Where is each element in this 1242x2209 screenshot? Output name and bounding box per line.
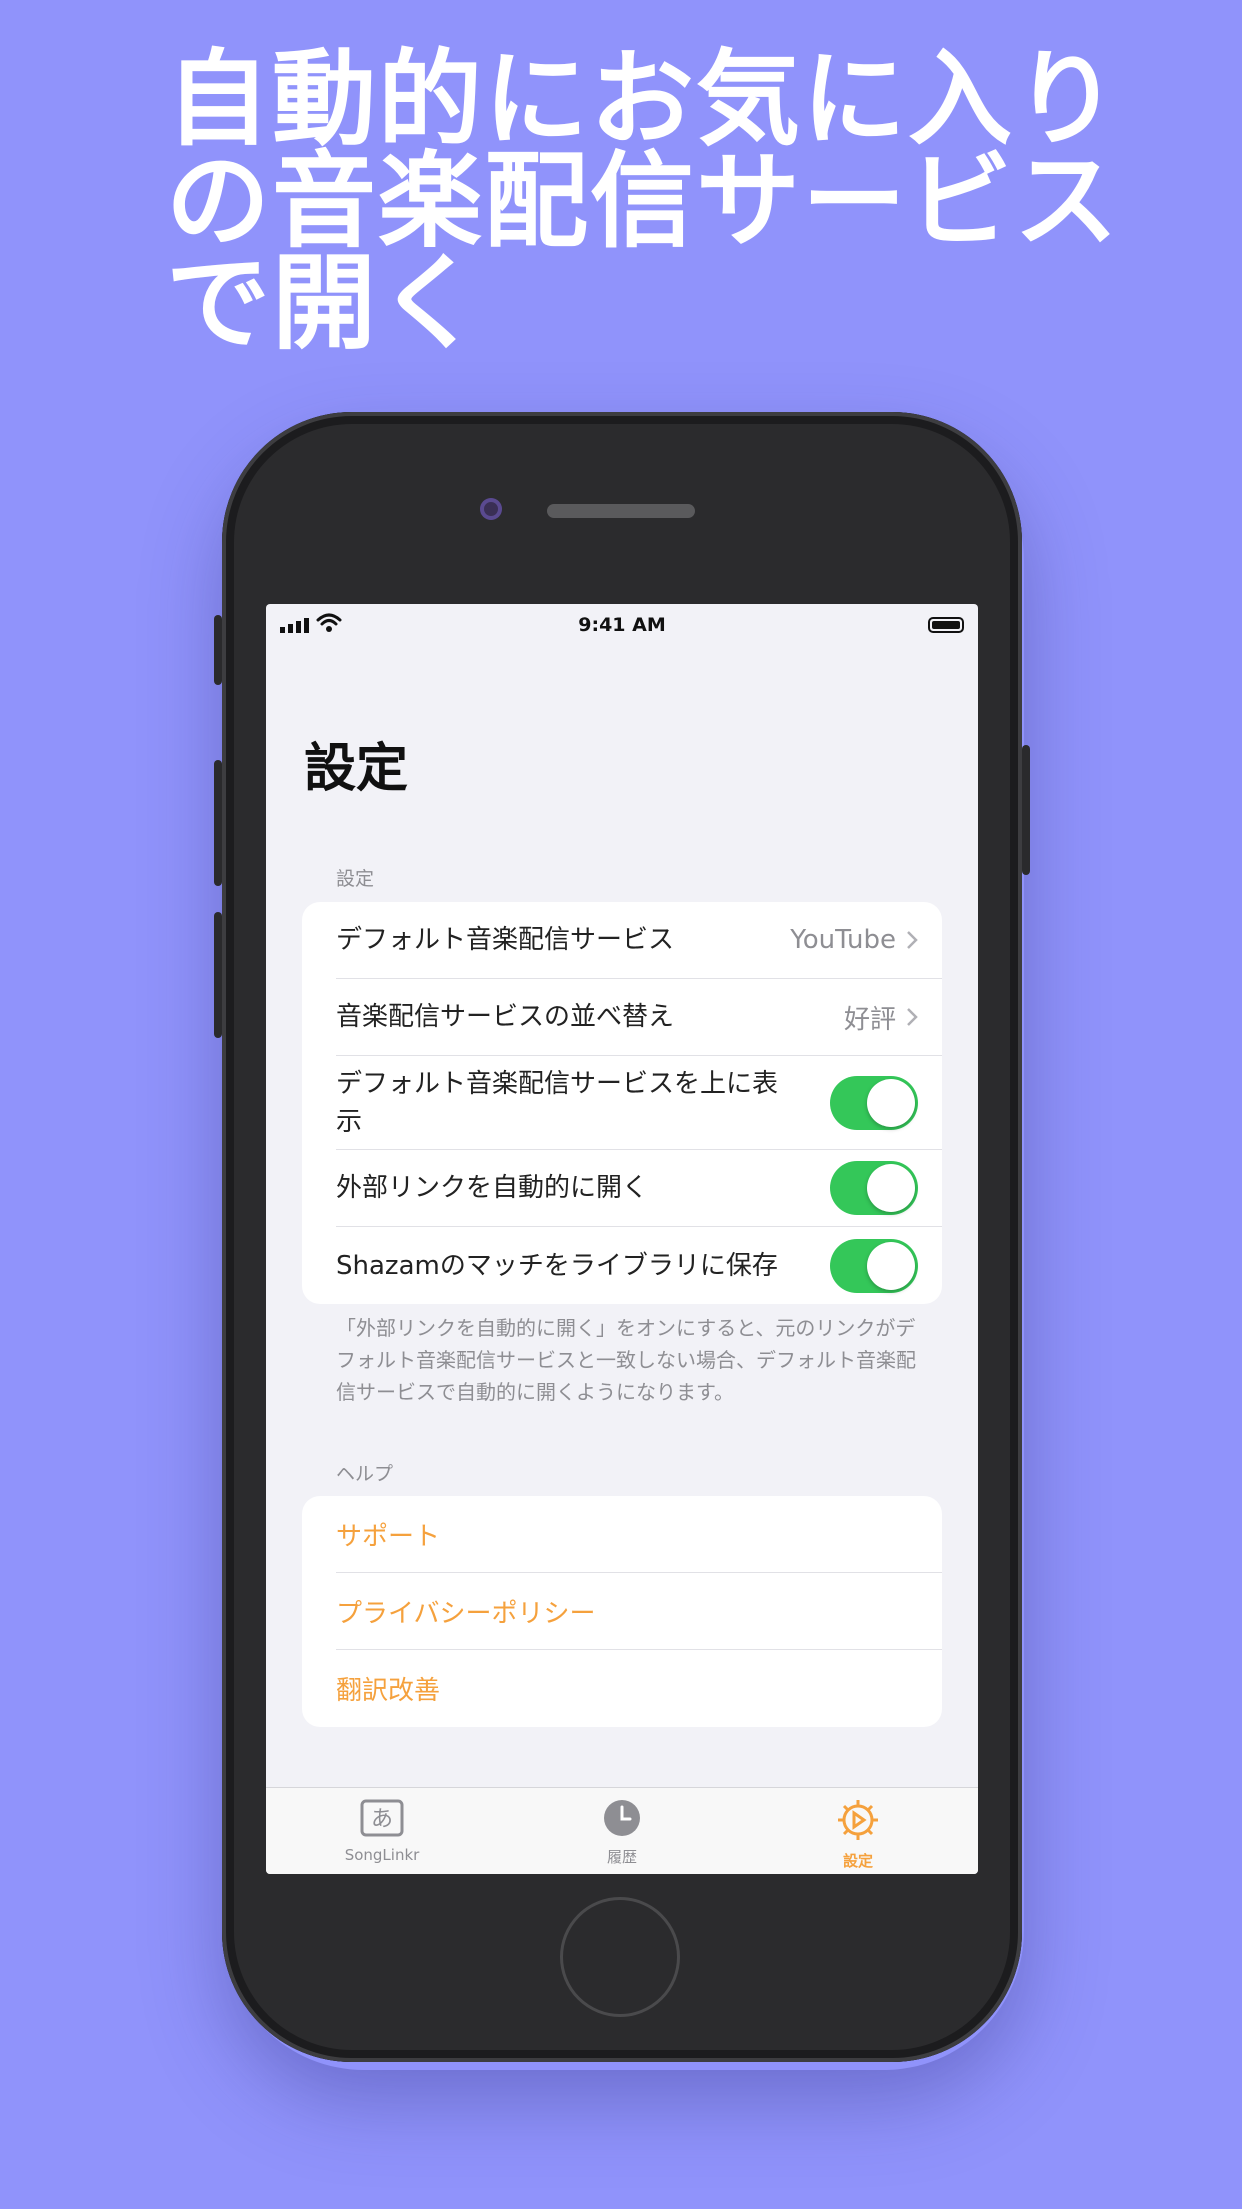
privacy-policy-link[interactable]: プライバシーポリシー bbox=[336, 1593, 918, 1630]
save-shazam-row: Shazamのマッチをライブラリに保存 bbox=[336, 1227, 942, 1304]
row-label: デフォルト音楽配信サービス bbox=[336, 925, 675, 955]
support-link[interactable]: サポート bbox=[336, 1516, 918, 1553]
help-group: サポート プライバシーポリシー 翻訳改善 bbox=[302, 1496, 942, 1727]
gear-icon bbox=[838, 1800, 878, 1840]
translation-improve-link[interactable]: 翻訳改善 bbox=[336, 1670, 918, 1707]
row-label: 音楽配信サービスの並べ替え bbox=[336, 1002, 675, 1032]
auto-open-links-row: 外部リンクを自動的に開く bbox=[336, 1150, 942, 1227]
translation-improve-link-row[interactable]: 翻訳改善 bbox=[336, 1650, 942, 1727]
tab-songlinkr[interactable]: あ SongLinkr bbox=[302, 1798, 462, 1864]
headline: 自動的にお気に入り の音楽配信サービス で開く bbox=[166, 38, 1121, 364]
tab-bar: あ SongLinkr 履歴 設定 bbox=[266, 1787, 978, 1874]
default-service-row[interactable]: デフォルト音楽配信サービス YouTube bbox=[336, 902, 942, 979]
row-value: YouTube bbox=[790, 925, 896, 955]
status-time: 9:41 AM bbox=[578, 614, 666, 636]
auto-open-links-toggle[interactable] bbox=[830, 1161, 918, 1215]
help-section-header: ヘルプ bbox=[336, 1463, 394, 1485]
row-label: Shazamのマッチをライブラリに保存 bbox=[336, 1250, 778, 1281]
tab-settings[interactable]: 設定 bbox=[778, 1798, 938, 1871]
clock-icon bbox=[604, 1800, 640, 1836]
settings-footer-note: 「外部リンクを自動的に開く」をオンにすると、元のリンクがデフォルト音楽配信サービ… bbox=[336, 1316, 916, 1404]
chevron-right-icon bbox=[907, 1008, 918, 1026]
tab-label: 設定 bbox=[842, 1852, 873, 1870]
mute-switch bbox=[214, 615, 222, 685]
keyboard-a-icon: あ bbox=[360, 1799, 404, 1837]
volume-up-button bbox=[214, 760, 222, 886]
status-bar: 9:41 AM bbox=[266, 604, 978, 644]
chevron-right-icon bbox=[907, 931, 918, 949]
show-default-on-top-toggle[interactable] bbox=[830, 1075, 918, 1130]
row-label: デフォルト音楽配信サービスを上に表示 bbox=[336, 1068, 779, 1137]
tab-label: SongLinkr bbox=[344, 1846, 420, 1864]
settings-section-header: 設定 bbox=[336, 868, 375, 890]
svg-text:あ: あ bbox=[371, 1807, 393, 1832]
battery-icon bbox=[928, 617, 964, 633]
page-title: 設定 bbox=[304, 739, 409, 799]
service-order-row[interactable]: 音楽配信サービスの並べ替え 好評 bbox=[336, 979, 942, 1056]
show-default-on-top-row: デフォルト音楽配信サービスを上に表示 bbox=[336, 1056, 942, 1150]
earpiece-speaker bbox=[547, 504, 695, 518]
home-button[interactable] bbox=[560, 1897, 680, 2017]
privacy-policy-link-row[interactable]: プライバシーポリシー bbox=[336, 1573, 942, 1650]
volume-down-button bbox=[214, 912, 222, 1038]
power-button bbox=[1022, 745, 1030, 875]
save-shazam-toggle[interactable] bbox=[830, 1238, 918, 1293]
row-value: 好評 bbox=[843, 1004, 896, 1035]
tab-history[interactable]: 履歴 bbox=[542, 1798, 702, 1867]
phone-screen: 9:41 AM 設定 設定 デフォルト音楽配信サービス YouTube 音楽配信… bbox=[266, 604, 978, 1874]
tab-label: 履歴 bbox=[606, 1848, 637, 1866]
front-camera bbox=[480, 498, 502, 520]
support-link-row[interactable]: サポート bbox=[336, 1496, 942, 1573]
row-label: 外部リンクを自動的に開く bbox=[336, 1173, 649, 1203]
settings-group: デフォルト音楽配信サービス YouTube 音楽配信サービスの並べ替え 好評 デ… bbox=[302, 902, 942, 1304]
